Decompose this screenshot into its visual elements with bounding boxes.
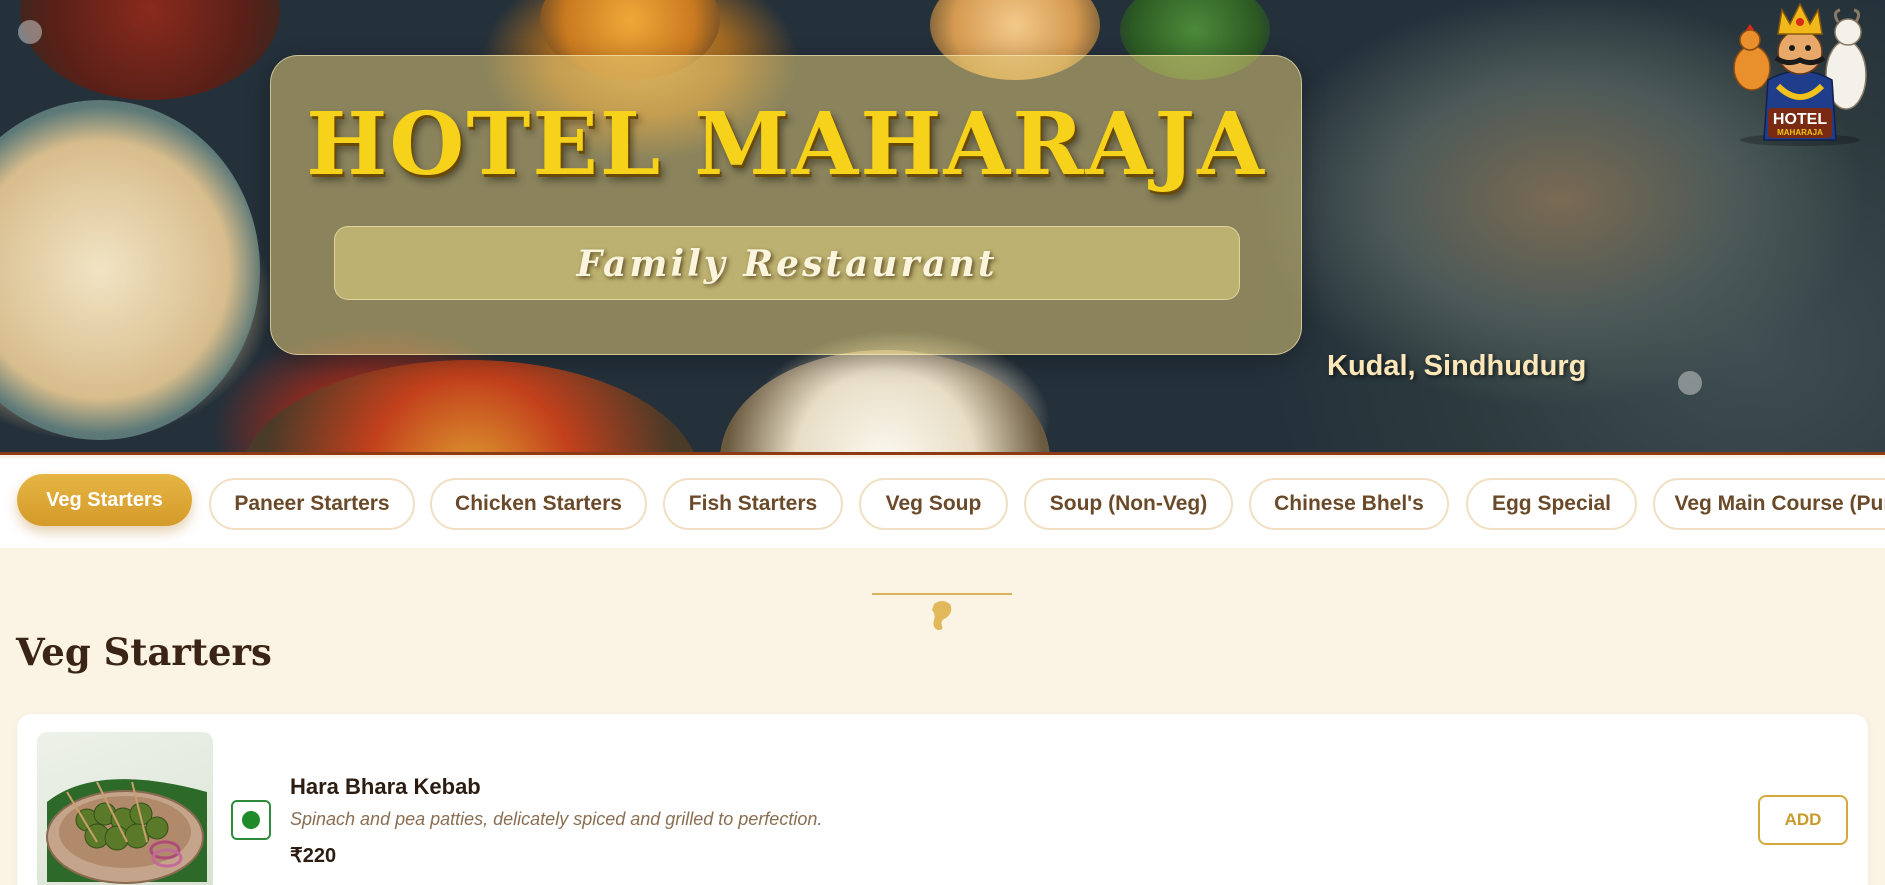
food-bowl-beans [20, 0, 280, 100]
ornament-divider-icon [872, 593, 1012, 630]
category-chip-veg-soup[interactable]: Veg Soup [859, 478, 1008, 530]
title-card: HOTEL MAHARAJA Family Restaurant [270, 55, 1302, 355]
veg-indicator-icon [231, 800, 271, 840]
add-to-cart-button[interactable]: ADD [1758, 795, 1848, 845]
decorative-dot [18, 20, 42, 44]
item-price: ₹220 [290, 845, 337, 867]
menu-content: Veg Starters Hara Bhara Kebab Spinach an… [0, 548, 1885, 885]
category-chip-veg-main-course[interactable]: Veg Main Course (Pur [1653, 478, 1885, 530]
location-text: Kudal, Sindhudurg [1327, 350, 1587, 382]
tagline-box: Family Restaurant [334, 226, 1240, 300]
hotel-name: HOTEL MAHARAJA [306, 94, 1266, 195]
category-chip-fish-starters[interactable]: Fish Starters [663, 478, 843, 530]
category-chip-veg-starters[interactable]: Veg Starters [17, 474, 192, 526]
logo-subtext: MAHARAJA [1777, 128, 1823, 137]
item-image [37, 732, 213, 885]
section-title: Veg Starters [16, 630, 272, 674]
food-bowl-naan [0, 100, 260, 440]
decorative-dot [1678, 371, 1702, 395]
hero-banner: HOTEL MAHARAJA Family Restaurant Kudal, … [0, 0, 1885, 455]
hero-border [0, 452, 1885, 455]
item-description: Spinach and pea patties, delicately spic… [290, 809, 823, 829]
food-bowl-peppers [240, 360, 700, 455]
category-chip-soup-non-veg[interactable]: Soup (Non-Veg) [1024, 478, 1233, 530]
menu-item-card: Hara Bhara Kebab Spinach and pea patties… [17, 714, 1868, 885]
category-chip-chicken-starters[interactable]: Chicken Starters [430, 478, 647, 530]
maharaja-logo[interactable]: HOTEL MAHARAJA [1728, 0, 1873, 148]
category-chip-chinese-bhels[interactable]: Chinese Bhel's [1249, 478, 1449, 530]
category-nav[interactable]: Veg Starters Paneer Starters Chicken Sta… [0, 458, 1885, 548]
category-chip-paneer-starters[interactable]: Paneer Starters [209, 478, 415, 530]
logo-text: HOTEL [1773, 111, 1827, 128]
food-bowl-rice [720, 350, 1050, 455]
category-chip-egg-special[interactable]: Egg Special [1466, 478, 1637, 530]
item-name: Hara Bhara Kebab [290, 774, 481, 799]
tagline: Family Restaurant [576, 243, 998, 285]
